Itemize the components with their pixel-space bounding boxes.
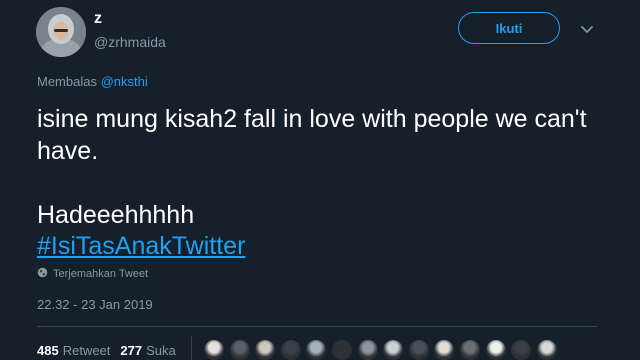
liker-avatar[interactable] xyxy=(458,339,481,360)
stats-separator xyxy=(191,336,192,360)
chevron-down-icon[interactable] xyxy=(578,20,596,38)
reply-context: Membalas @nksthi xyxy=(37,74,148,89)
liker-avatar[interactable] xyxy=(356,339,379,360)
translate-label: Terjemahkan Tweet xyxy=(53,268,149,280)
liker-avatars xyxy=(203,339,561,360)
tweet-stats: 485 Retweet 277 Suka xyxy=(37,343,176,358)
avatar[interactable] xyxy=(36,7,86,57)
hashtag-link[interactable]: #IsiTasAnakTwitter xyxy=(37,231,245,261)
tweet-text: isine mung kisah2 fall in love with peop… xyxy=(37,105,587,229)
globe-icon xyxy=(37,267,48,281)
retweet-count[interactable]: 485 xyxy=(37,343,59,358)
liker-avatar[interactable] xyxy=(228,339,251,360)
display-name[interactable]: z xyxy=(94,10,102,28)
liker-avatar[interactable] xyxy=(382,339,405,360)
liker-avatar[interactable] xyxy=(510,339,533,360)
reply-mention-link[interactable]: @nksthi xyxy=(101,74,148,89)
liker-avatar[interactable] xyxy=(433,339,456,360)
reply-prefix: Membalas xyxy=(37,74,101,89)
translate-tweet-link[interactable]: Terjemahkan Tweet xyxy=(37,267,148,281)
retweet-label[interactable]: Retweet xyxy=(63,343,111,358)
liker-avatar[interactable] xyxy=(407,339,430,360)
like-count[interactable]: 277 xyxy=(120,343,142,358)
tweet-timestamp[interactable]: 22.32 - 23 Jan 2019 xyxy=(37,297,153,312)
liker-avatar[interactable] xyxy=(279,339,302,360)
follow-button[interactable]: Ikuti xyxy=(458,12,560,44)
liker-avatar[interactable] xyxy=(484,339,507,360)
username-handle[interactable]: @zrhmaida xyxy=(94,34,166,50)
liker-avatar[interactable] xyxy=(535,339,558,360)
liker-avatar[interactable] xyxy=(254,339,277,360)
like-label[interactable]: Suka xyxy=(146,343,176,358)
avatar-photo xyxy=(36,7,86,57)
liker-avatar[interactable] xyxy=(330,339,353,360)
divider xyxy=(37,326,597,327)
liker-avatar[interactable] xyxy=(305,339,328,360)
tweet-card: z @zrhmaida Ikuti Membalas @nksthi isine… xyxy=(0,0,640,360)
liker-avatar[interactable] xyxy=(203,339,225,360)
